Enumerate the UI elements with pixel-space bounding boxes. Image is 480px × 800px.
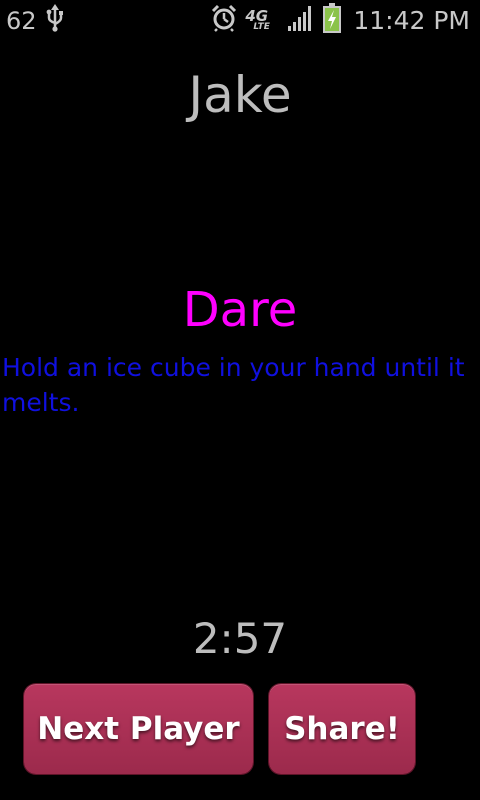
share-button[interactable]: Share!: [269, 684, 415, 774]
card-type-label: Dare: [182, 282, 298, 338]
notification-count: 62: [6, 7, 37, 35]
status-time: 11:42 PM: [353, 5, 470, 35]
status-right: 4G LTE 11:42 PM: [211, 3, 470, 37]
countdown-timer: 2:57: [192, 614, 288, 663]
battery-charging-icon: [323, 3, 342, 37]
share-label: Share!: [284, 711, 400, 747]
network-sub-label: LTE: [253, 22, 270, 32]
signal-icon: [287, 4, 315, 36]
status-bar: 62 4G LTE 11:42 PM: [0, 0, 480, 38]
alarm-icon: [211, 4, 237, 36]
usb-icon: [45, 4, 65, 38]
player-name: Jake: [188, 66, 292, 124]
next-player-label: Next Player: [37, 711, 240, 747]
status-left: 62: [6, 4, 65, 38]
app-screen: 62 4G LTE 11:42 PM Jake Dare Hold an ice…: [0, 0, 480, 800]
next-player-button[interactable]: Next Player: [24, 684, 253, 774]
card-text: Hold an ice cube in your hand until it m…: [2, 353, 465, 417]
4g-lte-icon: 4G LTE: [245, 5, 279, 35]
